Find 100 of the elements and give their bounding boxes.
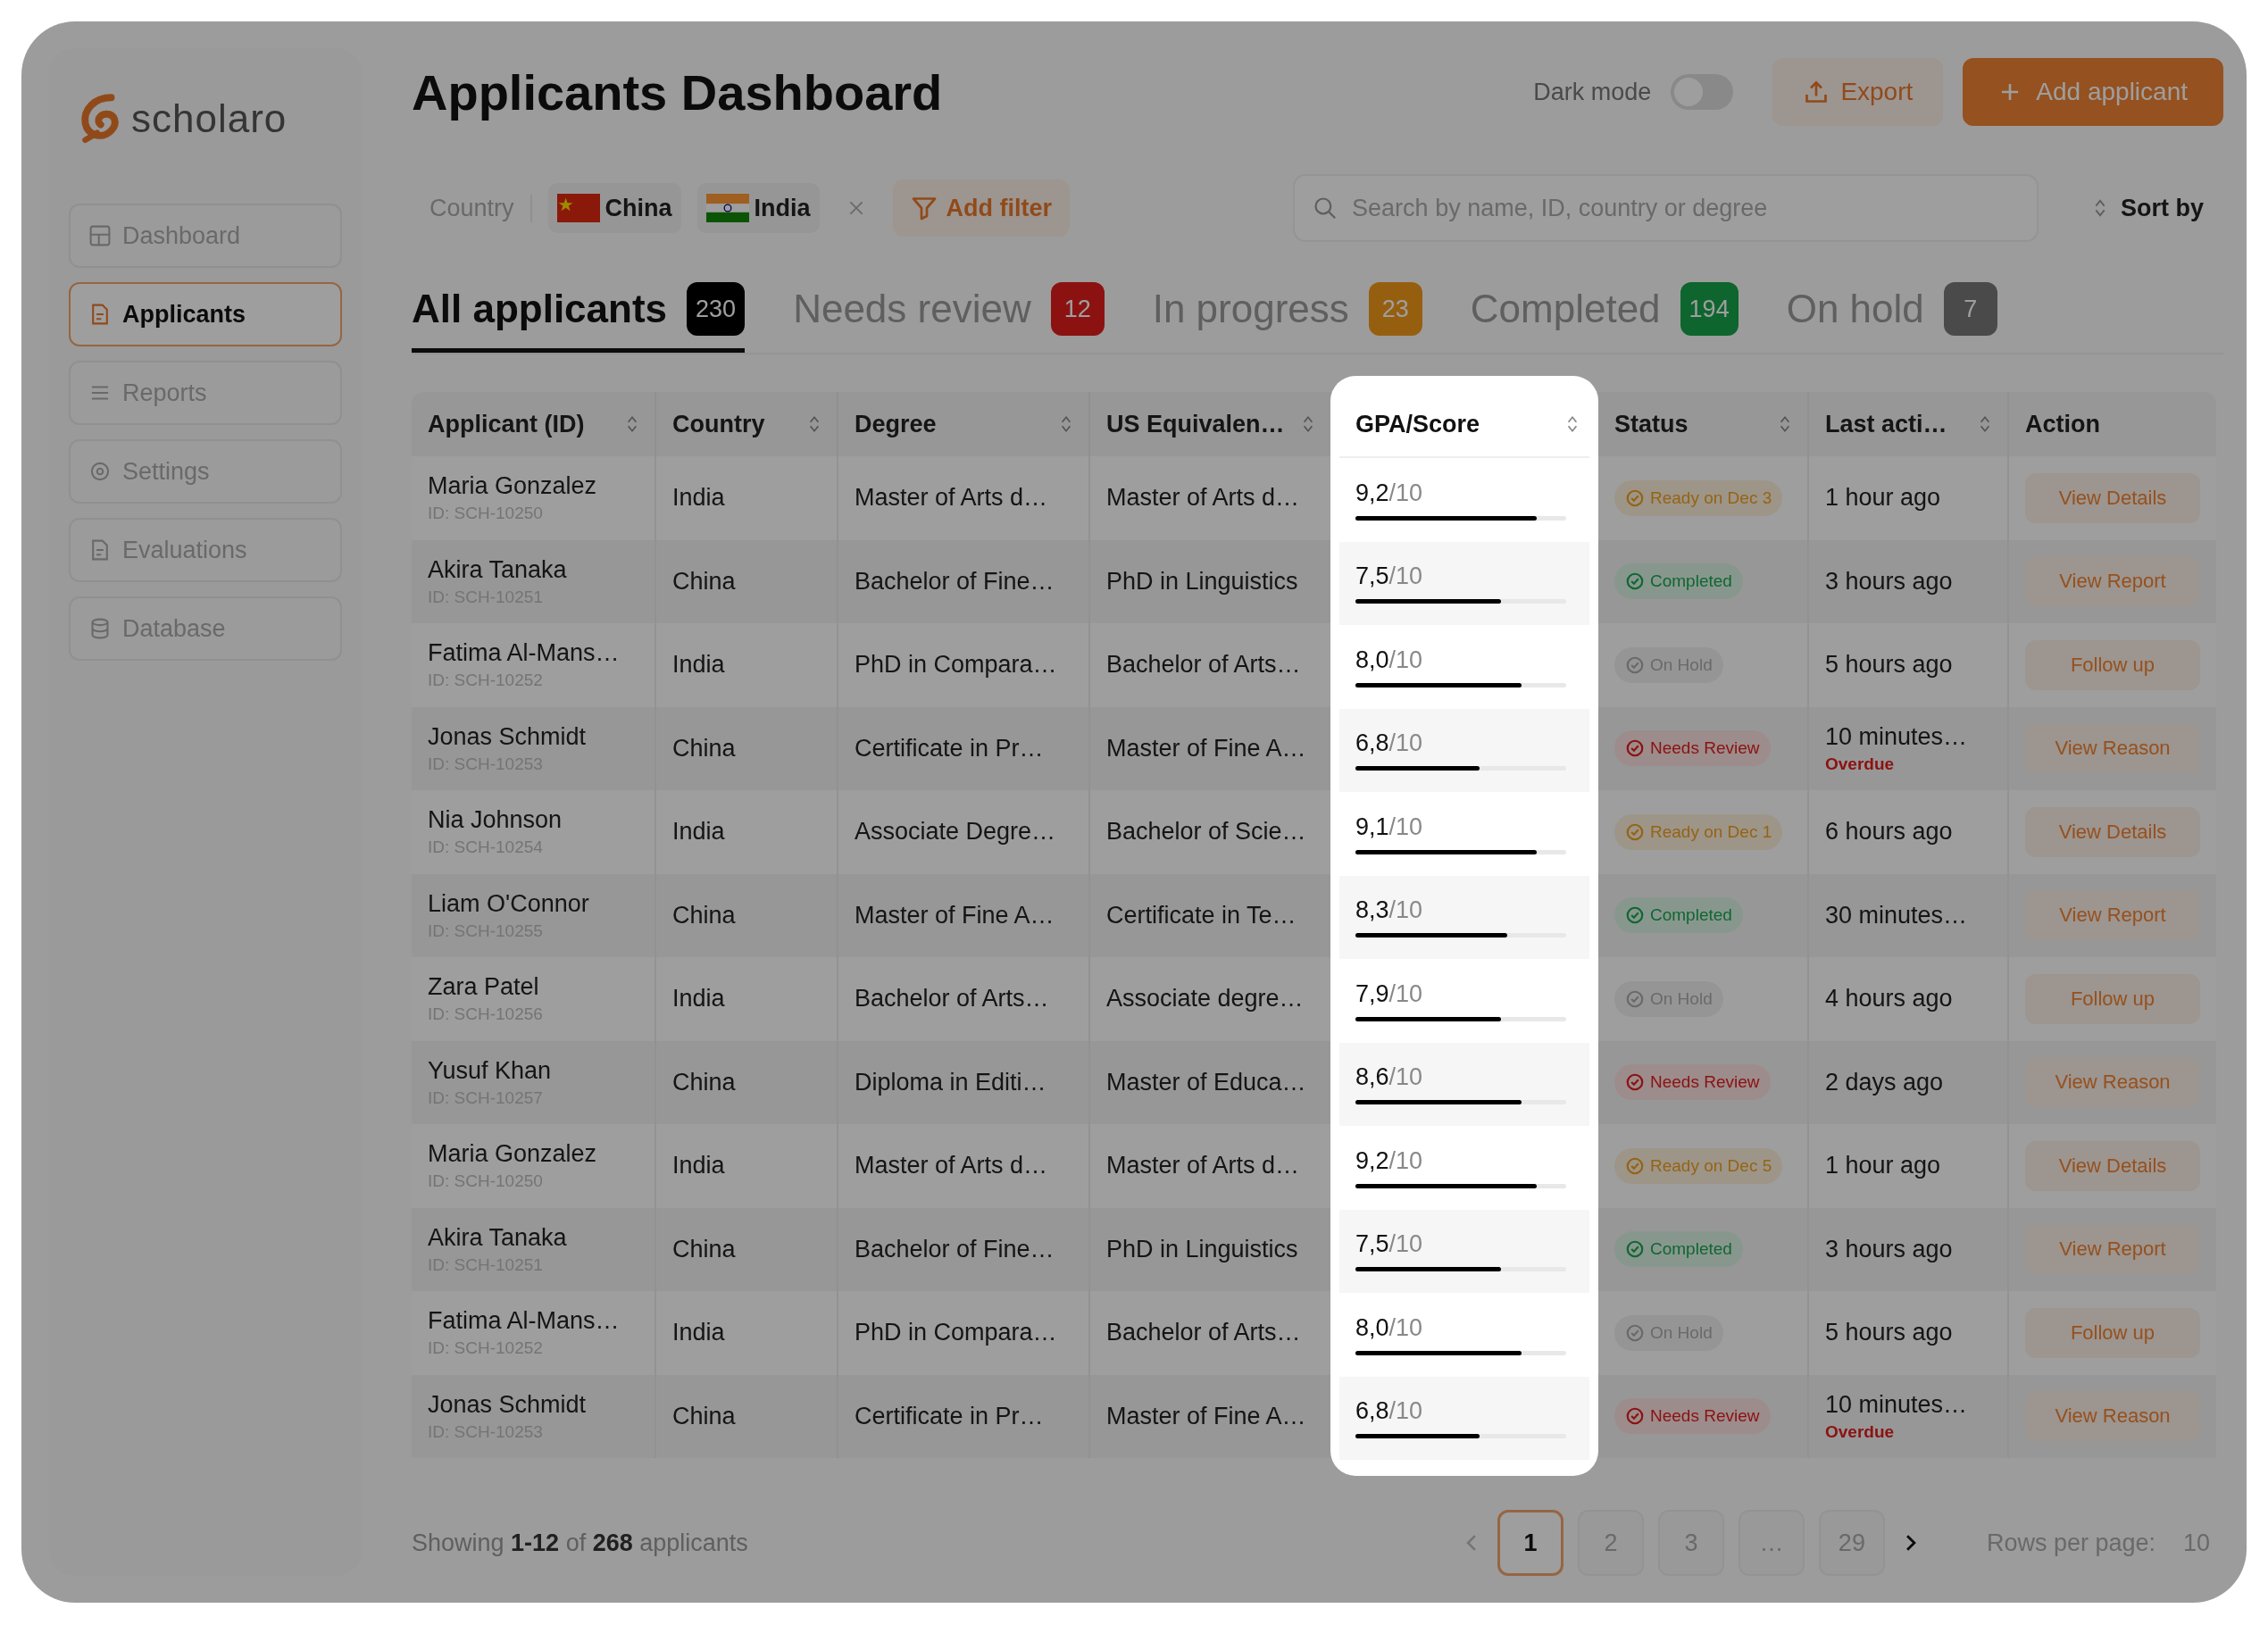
last-action-time: 1 hour ago (1825, 1152, 1941, 1180)
last-action-time: 10 minutes… (1825, 1390, 1968, 1419)
column-title: Status (1614, 410, 1688, 438)
table-cell: Bachelor of Scie… (1106, 818, 1306, 846)
table-cell: Bachelor of Arts… (855, 985, 1049, 1013)
status-icon (1625, 988, 1645, 1009)
gpa-score: 7,5 (1355, 562, 1389, 590)
column-title: GPA/Score (1355, 410, 1480, 438)
status-icon (1625, 1155, 1645, 1176)
action-button[interactable]: View Reason (2025, 1057, 2200, 1108)
last-action-time: 6 hours ago (1825, 818, 1953, 846)
table-cell: Master of Fine A… (855, 901, 1055, 929)
table-cell: Master of Arts d… (1106, 1152, 1300, 1180)
count-badge: 23 (1368, 282, 1422, 336)
applicant-name: Akira Tanaka (428, 1223, 567, 1252)
column-title: Action (2025, 410, 2100, 438)
action-button[interactable]: Follow up (2025, 973, 2200, 1024)
sort-icon[interactable] (1979, 414, 1991, 434)
overdue-label: Overdue (1825, 1421, 1896, 1442)
last-action-time: 3 hours ago (1825, 567, 1953, 596)
table-cell: Master of Arts d… (1106, 484, 1300, 512)
table-cell: India (672, 651, 725, 679)
filter-chip[interactable]: China (547, 183, 681, 233)
overdue-label: Overdue (1825, 754, 1896, 774)
applicant-name: Nia Johnson (428, 806, 563, 835)
table-cell: Bachelor of Fine… (855, 567, 1055, 596)
applicant-name: Akira Tanaka (428, 555, 567, 584)
action-button[interactable]: View Details (2025, 472, 2200, 523)
gpa-scale: /10 (1388, 1230, 1423, 1258)
export-button[interactable]: Export (1772, 58, 1944, 126)
status-icon (1625, 738, 1645, 759)
sort-icon[interactable] (1779, 414, 1791, 434)
last-action-time: 5 hours ago (1825, 651, 1953, 679)
table-cell: Master of Fine A… (1106, 1402, 1306, 1430)
gpa-score: 8,6 (1355, 1063, 1389, 1091)
count-badge: 7 (1943, 282, 1997, 336)
page-button[interactable]: 1 (1497, 1510, 1563, 1576)
status-icon (1625, 821, 1645, 842)
action-button[interactable]: View Report (2025, 1224, 2200, 1275)
sort-icon[interactable] (1060, 414, 1072, 434)
filter-chip[interactable]: India (696, 183, 820, 233)
gpa-scale: /10 (1388, 1063, 1423, 1091)
tab[interactable]: Needs review 12 (793, 282, 1105, 353)
table-cell: China (672, 734, 736, 762)
status-pill: Ready on Dec 3 (1614, 479, 1783, 516)
sort-icon[interactable] (1302, 414, 1314, 434)
action-button[interactable]: View Reason (2025, 1391, 2200, 1442)
applicant-name: Liam O'Connor (428, 889, 589, 918)
status-pill: Needs Review (1614, 730, 1771, 767)
dark-mode-label: Dark mode (1533, 78, 1652, 106)
gpa-scale: /10 (1388, 562, 1423, 590)
table-cell: Associate Degre… (855, 818, 1056, 846)
status-icon (1625, 1406, 1645, 1427)
action-button[interactable]: View Details (2025, 1140, 2200, 1191)
status-pill: Ready on Dec 5 (1614, 1147, 1783, 1184)
tab[interactable]: All applicants 230 (412, 282, 746, 353)
action-button[interactable]: View Reason (2025, 723, 2200, 774)
page-button[interactable]: … (1738, 1510, 1805, 1576)
applicant-name: Fatima Al-Mans… (428, 1307, 620, 1336)
add-filter-button[interactable]: Add filter (892, 179, 1071, 237)
table-cell: Certificate in Pr… (855, 1402, 1044, 1430)
results-summary: Showing 1-12 of 268 applicants (412, 1529, 748, 1557)
action-button[interactable]: Follow up (2025, 639, 2200, 690)
tab[interactable]: In progress 23 (1152, 282, 1422, 353)
gpa-scale: /10 (1388, 812, 1423, 840)
applicant-name: Jonas Schmidt (428, 722, 587, 751)
page-title: Applicants Dashboard (412, 62, 943, 121)
column-title: Country (672, 410, 765, 438)
gpa-score: 9,1 (1355, 812, 1389, 840)
table-cell: PhD in Compara… (855, 651, 1057, 679)
status-pill: Completed (1614, 1231, 1743, 1268)
last-action-time: 4 hours ago (1825, 985, 1953, 1013)
status-icon (1625, 571, 1645, 592)
table-cell: Master of Arts d… (855, 1152, 1048, 1180)
table-cell: Master of Arts d… (855, 484, 1048, 512)
status-pill: Needs Review (1614, 1064, 1771, 1101)
table-cell: Master of Educa… (1106, 1068, 1306, 1096)
sort-icon[interactable] (1566, 414, 1579, 434)
table-cell: China (672, 567, 736, 596)
table-cell: Associate degre… (1106, 985, 1304, 1013)
sort-icon[interactable] (808, 414, 821, 434)
status-icon (1625, 905, 1645, 926)
action-button[interactable]: View Report (2025, 890, 2200, 941)
status-icon (1625, 488, 1645, 508)
add-applicant-button[interactable]: Add applicant (1963, 58, 2223, 126)
action-button[interactable]: Follow up (2025, 1307, 2200, 1358)
tab[interactable]: On hold 7 (1786, 282, 1997, 353)
count-badge: 12 (1050, 282, 1105, 336)
sort-icon[interactable] (626, 414, 638, 434)
dashboard-icon (88, 224, 112, 247)
action-button[interactable]: View Report (2025, 556, 2200, 607)
gpa-score: 9,2 (1355, 1146, 1389, 1174)
tab[interactable]: Completed 194 (1470, 282, 1739, 353)
sidebar-item[interactable]: Applicants (69, 282, 342, 346)
gpa-score: 6,8 (1355, 729, 1389, 757)
table-cell: Bachelor of Arts… (1106, 1319, 1301, 1347)
action-button[interactable]: View Details (2025, 806, 2200, 857)
table-cell: Certificate in Te… (1106, 901, 1297, 929)
applicant-name: Fatima Al-Mans… (428, 639, 620, 668)
table-cell: India (672, 985, 725, 1013)
